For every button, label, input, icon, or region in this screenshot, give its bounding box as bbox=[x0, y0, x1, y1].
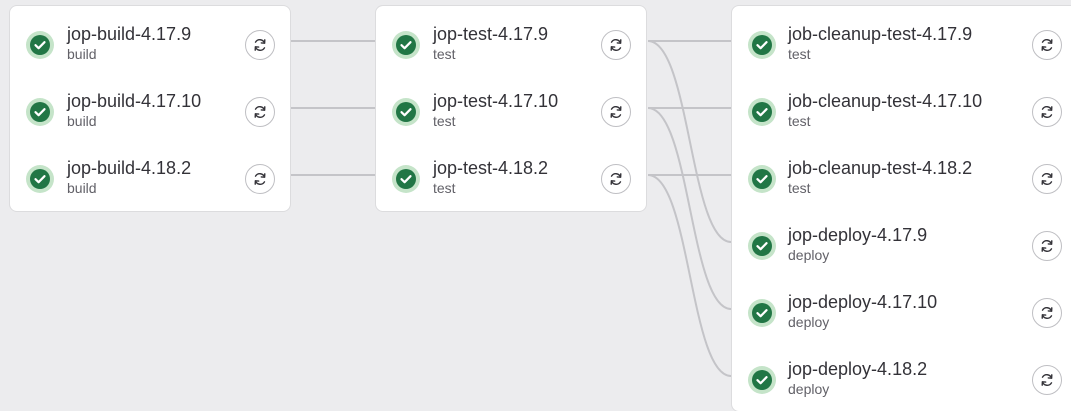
retry-button[interactable] bbox=[1032, 231, 1062, 261]
retry-icon bbox=[610, 106, 622, 118]
retry-icon bbox=[1041, 240, 1053, 252]
job-stage-label: build bbox=[67, 46, 97, 62]
retry-icon bbox=[254, 39, 266, 51]
job-name[interactable]: jop-test-4.18.2 bbox=[433, 158, 548, 179]
job-card[interactable]: jop-deploy-4.18.2 deploy bbox=[732, 353, 1071, 403]
retry-button[interactable] bbox=[245, 97, 275, 127]
retry-icon bbox=[1041, 39, 1053, 51]
retry-icon bbox=[610, 39, 622, 51]
status-success-icon[interactable] bbox=[392, 165, 420, 193]
job-name[interactable]: jop-build-4.18.2 bbox=[67, 158, 191, 179]
job-name[interactable]: job-cleanup-test-4.17.9 bbox=[788, 24, 972, 45]
job-stage-label: deploy bbox=[788, 381, 830, 397]
stage-cleanup-deploy: job-cleanup-test-4.17.9 test job-cleanup… bbox=[731, 5, 1071, 411]
job-card[interactable]: jop-build-4.18.2 build bbox=[10, 152, 290, 202]
job-stage-label: build bbox=[67, 113, 97, 129]
job-name[interactable]: jop-build-4.17.10 bbox=[67, 91, 201, 112]
job-card[interactable]: job-cleanup-test-4.17.10 test bbox=[732, 85, 1071, 135]
status-success-icon[interactable] bbox=[392, 98, 420, 126]
job-card[interactable]: jop-test-4.17.10 test bbox=[376, 85, 646, 135]
retry-button[interactable] bbox=[245, 164, 275, 194]
retry-button[interactable] bbox=[1032, 365, 1062, 395]
status-success-icon[interactable] bbox=[748, 98, 776, 126]
job-card[interactable]: jop-test-4.17.9 test bbox=[376, 18, 646, 68]
retry-button[interactable] bbox=[1032, 97, 1062, 127]
job-stage-label: test bbox=[433, 46, 456, 62]
retry-icon bbox=[254, 173, 266, 185]
status-success-icon[interactable] bbox=[748, 299, 776, 327]
job-card[interactable]: jop-build-4.17.9 build bbox=[10, 18, 290, 68]
retry-button[interactable] bbox=[1032, 30, 1062, 60]
status-success-icon[interactable] bbox=[26, 165, 54, 193]
status-success-icon[interactable] bbox=[26, 31, 54, 59]
retry-icon bbox=[1041, 307, 1053, 319]
status-success-icon[interactable] bbox=[748, 165, 776, 193]
link-test-deploy-1 bbox=[647, 40, 732, 243]
status-success-icon[interactable] bbox=[748, 366, 776, 394]
stage-test: jop-test-4.17.9 test jop-test-4.17.10 te… bbox=[375, 5, 647, 212]
status-success-icon[interactable] bbox=[748, 232, 776, 260]
job-stage-label: test bbox=[433, 113, 456, 129]
job-name[interactable]: job-cleanup-test-4.18.2 bbox=[788, 158, 972, 179]
status-success-icon[interactable] bbox=[748, 31, 776, 59]
job-name[interactable]: jop-test-4.17.10 bbox=[433, 91, 558, 112]
retry-button[interactable] bbox=[601, 30, 631, 60]
retry-icon bbox=[1041, 173, 1053, 185]
job-card[interactable]: jop-test-4.18.2 test bbox=[376, 152, 646, 202]
retry-icon bbox=[610, 173, 622, 185]
job-stage-label: test bbox=[788, 180, 811, 196]
retry-button[interactable] bbox=[601, 164, 631, 194]
retry-button[interactable] bbox=[1032, 298, 1062, 328]
job-name[interactable]: jop-build-4.17.9 bbox=[67, 24, 191, 45]
job-name[interactable]: job-cleanup-test-4.17.10 bbox=[788, 91, 982, 112]
retry-icon bbox=[254, 106, 266, 118]
retry-button[interactable] bbox=[1032, 164, 1062, 194]
retry-icon bbox=[1041, 106, 1053, 118]
stage-build: jop-build-4.17.9 build jop-build-4.17.10… bbox=[9, 5, 291, 212]
job-stage-label: deploy bbox=[788, 314, 830, 330]
job-name[interactable]: jop-deploy-4.17.9 bbox=[788, 225, 927, 246]
job-name[interactable]: jop-deploy-4.18.2 bbox=[788, 359, 927, 380]
job-stage-label: build bbox=[67, 180, 97, 196]
job-card[interactable]: job-cleanup-test-4.17.9 test bbox=[732, 18, 1071, 68]
status-success-icon[interactable] bbox=[26, 98, 54, 126]
job-stage-label: deploy bbox=[788, 247, 830, 263]
status-success-icon[interactable] bbox=[392, 31, 420, 59]
retry-button[interactable] bbox=[601, 97, 631, 127]
job-card[interactable]: job-cleanup-test-4.18.2 test bbox=[732, 152, 1071, 202]
job-card[interactable]: jop-deploy-4.17.9 deploy bbox=[732, 219, 1071, 269]
pipeline-graph: jop-build-4.17.9 build jop-build-4.17.10… bbox=[0, 0, 1071, 411]
job-stage-label: test bbox=[788, 113, 811, 129]
retry-button[interactable] bbox=[245, 30, 275, 60]
job-name[interactable]: jop-test-4.17.9 bbox=[433, 24, 548, 45]
retry-icon bbox=[1041, 374, 1053, 386]
job-card[interactable]: jop-build-4.17.10 build bbox=[10, 85, 290, 135]
job-stage-label: test bbox=[433, 180, 456, 196]
job-stage-label: test bbox=[788, 46, 811, 62]
job-card[interactable]: jop-deploy-4.17.10 deploy bbox=[732, 286, 1071, 336]
job-name[interactable]: jop-deploy-4.17.10 bbox=[788, 292, 937, 313]
